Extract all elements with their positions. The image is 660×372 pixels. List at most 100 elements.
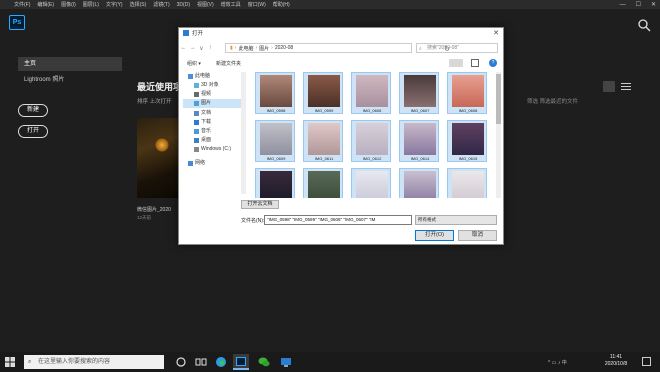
file-thumbnail [452,123,484,155]
nav-item[interactable]: 文档 [183,109,241,118]
menu-item[interactable]: 编辑(E) [37,1,54,8]
file-item[interactable]: IMG_0608 [447,72,487,114]
folder-icon [194,101,199,106]
open-file-dialog: 打开 ✕ ← → ∨ ↑ ▮ › 此电脑 › 图片 › 2020-08 ↻ ⌕ … [178,27,504,245]
open-button[interactable]: 打开 [18,125,48,138]
clock-date: 2020/10/8 [604,361,628,367]
breadcrumb-this-pc[interactable]: 此电脑 [238,45,253,52]
nav-item[interactable]: 3D 对象 [183,81,241,90]
grid-view-icon[interactable] [603,81,615,92]
minimize-icon[interactable]: — [620,2,626,8]
file-item[interactable]: IMG_0607 [399,72,439,114]
recent-locations-icon[interactable]: ∨ [197,45,206,52]
dialog-search-input[interactable]: ⌕ 搜索"2020-08" [416,43,498,53]
nav-item[interactable]: Windows (C:) [183,145,241,154]
menu-item[interactable]: 窗口(W) [248,1,266,8]
nav-item[interactable]: 图片 [183,99,241,108]
file-item[interactable] [303,168,343,198]
lamp-glow [155,138,169,152]
dialog-title: 打开 [192,31,204,37]
file-item[interactable]: IMG_0609 [255,120,295,162]
menu-item[interactable]: 滤镜(T) [153,1,169,8]
nav-item[interactable]: 此电脑 [183,72,241,81]
organize-menu[interactable]: 组织 ▾ [187,60,201,67]
file-thumbnail [308,75,340,107]
menu-item[interactable]: 视图(V) [197,1,214,8]
menu-item[interactable]: 增效工具 [221,1,241,8]
sort-selector[interactable]: 排序 上次打开 [137,97,172,105]
change-view-icon[interactable] [449,59,463,67]
dialog-cancel-button[interactable]: 取消 [458,230,497,241]
filename-input[interactable]: "IMG_0598" "IMG_0599" "IMG_0606" "IMG_06… [264,215,412,225]
breadcrumb-pictures[interactable]: 图片 [259,45,269,52]
menu-item[interactable]: 图层(L) [83,1,99,8]
preview-pane-icon[interactable] [471,59,479,67]
nav-item[interactable]: 桌面 [183,136,241,145]
file-item[interactable] [447,168,487,198]
recent-file-thumbnail[interactable] [137,118,179,198]
scrollbar-thumb[interactable] [496,74,501,124]
remote-desktop-icon[interactable] [280,356,292,368]
photoshop-taskbar-icon[interactable] [233,354,249,370]
folder-icon [194,129,199,134]
back-icon[interactable]: ← [179,45,188,51]
menu-item[interactable]: 帮助(H) [273,1,290,8]
file-name: IMG_0609 [266,156,286,161]
new-button[interactable]: 新建 [18,104,48,117]
file-item[interactable]: IMG_0612 [351,120,391,162]
file-item[interactable] [255,168,295,198]
nav-scrollbar[interactable] [241,72,246,194]
close-icon[interactable]: ✕ [493,29,499,37]
file-name: IMG_0607 [410,108,430,113]
list-view-icon[interactable] [621,82,631,91]
nav-item[interactable]: 音乐 [183,127,241,136]
file-thumbnail [404,123,436,155]
file-item[interactable]: IMG_0598 [255,72,295,114]
nav-item[interactable]: 下载 [183,118,241,127]
dialog-titlebar: 打开 [179,28,503,38]
taskbar-search-input[interactable]: ⌕ 在这里输入你要搜索的内容 [24,355,164,369]
menu-item[interactable]: 图像(I) [61,1,76,8]
sidebar-item-home[interactable]: 主页 [18,57,122,71]
file-item[interactable]: IMG_0611 [303,120,343,162]
close-window-icon[interactable]: ✕ [651,1,656,8]
file-item[interactable]: IMG_0606 [351,72,391,114]
file-item[interactable]: IMG_0599 [303,72,343,114]
notification-icon[interactable] [642,357,651,366]
breadcrumb-2020-08[interactable]: 2020-08 [275,45,293,51]
file-item[interactable]: IMG_0614 [399,120,439,162]
help-icon[interactable]: ? [489,59,497,67]
search-icon[interactable] [637,18,651,32]
clock[interactable]: 11:41 2020/10/8 [600,354,632,368]
sidebar-item-lightroom[interactable]: Lightroom 照片 [24,74,64,83]
file-scrollbar[interactable] [496,72,501,198]
filetype-select[interactable]: 所有格式 [415,215,497,225]
maximize-icon[interactable]: ☐ [636,1,641,8]
system-tray[interactable]: ^ ▭ ♪ 中 [548,352,567,372]
address-bar[interactable]: ▮ › 此电脑 › 图片 › 2020-08 ↻ [225,43,450,53]
menu-item[interactable]: 文件(F) [14,1,30,8]
nav-item-label: 桌面 [201,137,212,143]
open-cloud-docs-button[interactable]: 打开云文档 [241,200,279,209]
nav-item[interactable]: 网络 [183,159,241,168]
menu-item[interactable]: 3D(D) [177,2,190,8]
menu-item[interactable]: 文字(Y) [106,1,123,8]
file-item[interactable]: IMG_0615 [447,120,487,162]
up-folder-icon[interactable]: ↑ [206,45,215,51]
edge-icon[interactable] [215,356,227,368]
nav-item[interactable]: 视频 [183,90,241,99]
file-item[interactable] [399,168,439,198]
task-view-icon[interactable] [195,356,207,368]
filter-input[interactable]: 筛选 筛选最近的文件 [527,97,578,105]
file-name: IMG_0599 [314,108,334,113]
forward-icon[interactable]: → [188,45,197,51]
file-item[interactable] [351,168,391,198]
windows-start-icon[interactable] [5,357,15,367]
photoshop-app-icon [183,30,189,36]
wechat-icon[interactable] [258,356,270,368]
dialog-open-button[interactable]: 打开(O) [415,230,454,241]
menu-item[interactable]: 选择(S) [130,1,147,8]
recent-title: 最近使用项 [137,82,183,92]
cortana-icon[interactable] [175,356,187,368]
new-folder-button[interactable]: 新建文件夹 [216,60,241,67]
